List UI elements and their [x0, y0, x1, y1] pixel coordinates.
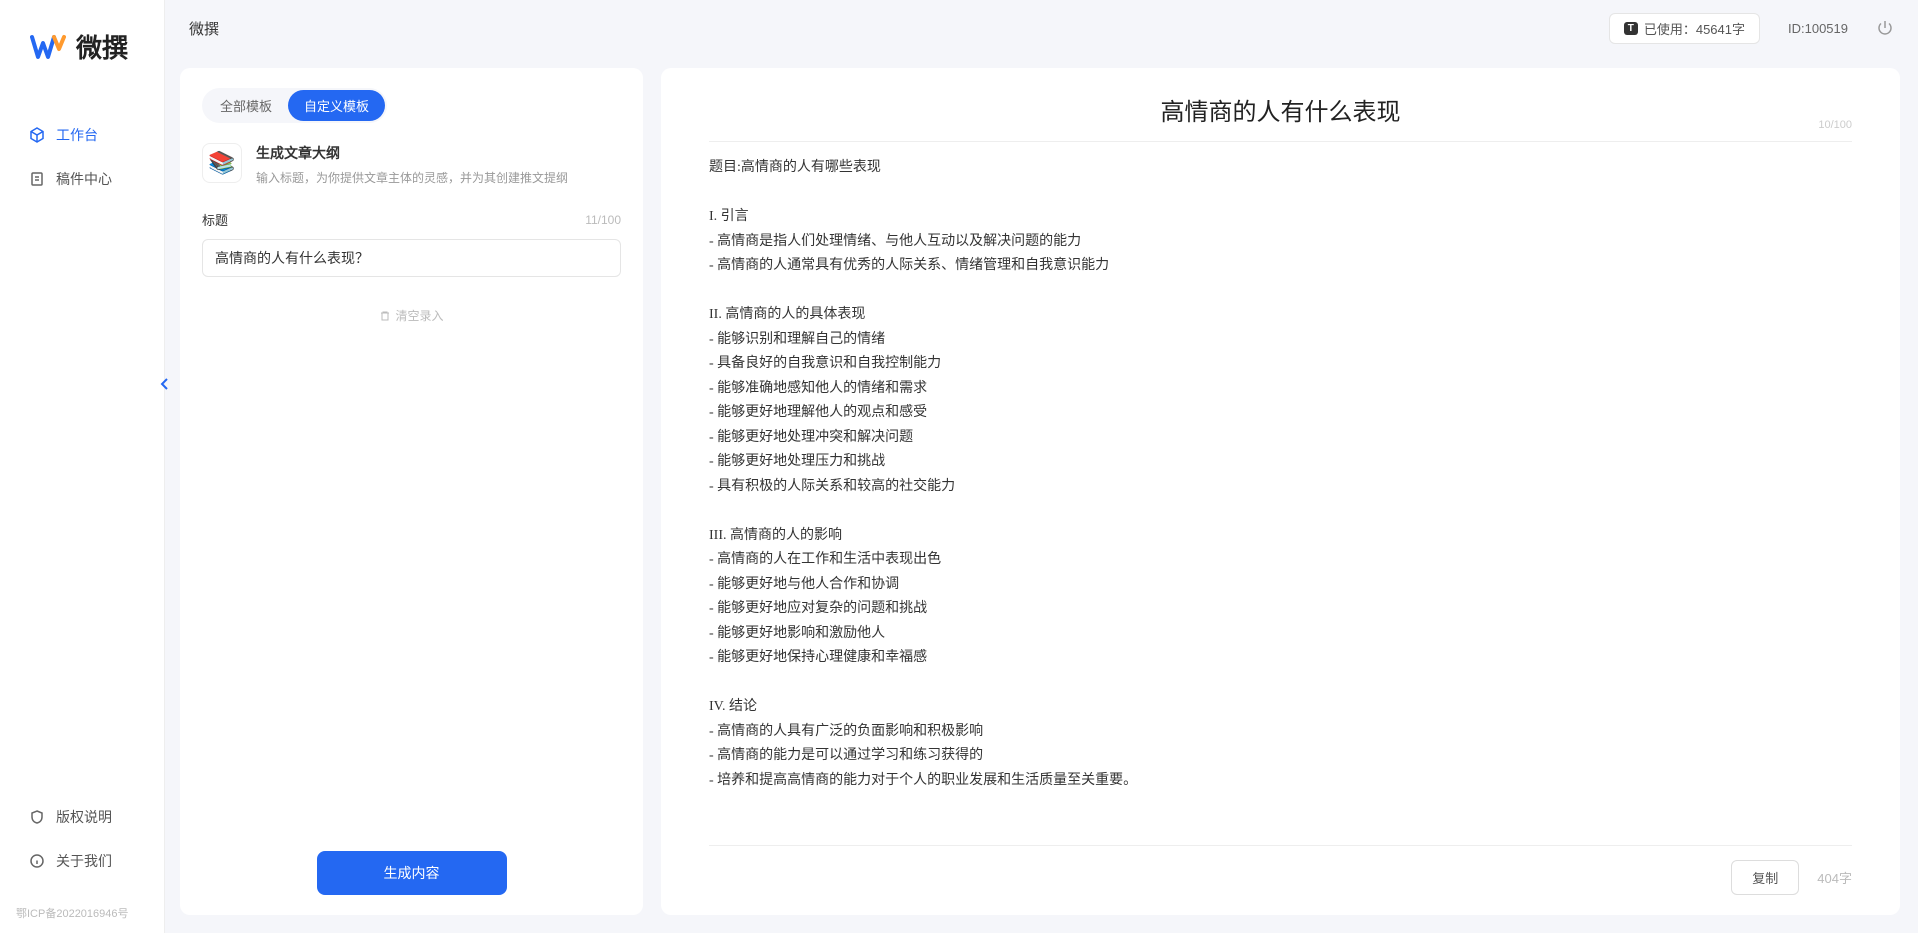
doc-title[interactable]: 高情商的人有什么表现 — [1161, 92, 1401, 127]
clear-label: 清空录入 — [395, 307, 443, 324]
template-name: 生成文章大纲 — [256, 143, 621, 163]
header-title: 微撰 — [189, 18, 219, 39]
doc-icon — [28, 170, 46, 188]
doc-title-count: 10/100 — [1818, 119, 1852, 131]
left-panel: 全部模板 自定义模板 📚 生成文章大纲 输入标题，为你提供文章主体的灵感，并为其… — [180, 68, 643, 915]
collapse-handle[interactable] — [158, 375, 172, 393]
header: 微撰 T 已使用：45641字 ID:100519 — [165, 0, 1918, 56]
shield-icon — [28, 808, 46, 826]
power-icon[interactable] — [1876, 19, 1894, 37]
trash-icon — [379, 310, 391, 322]
clear-button[interactable]: 清空录入 — [379, 307, 443, 324]
generate-button[interactable]: 生成内容 — [317, 851, 507, 895]
usage-text: 已使用：45641字 — [1644, 19, 1745, 38]
tab-all-templates[interactable]: 全部模板 — [204, 90, 288, 121]
nav-label: 版权说明 — [56, 807, 112, 827]
info-icon — [28, 852, 46, 870]
logo-text: 微撰 — [76, 28, 128, 65]
nav-item-copyright[interactable]: 版权说明 — [16, 797, 148, 837]
cube-icon — [28, 126, 46, 144]
doc-body[interactable]: 题目:高情商的人有哪些表现 I. 引言 - 高情商是指人们处理情绪、与他人互动以… — [709, 156, 1852, 845]
field-label-row: 标题 11/100 — [202, 210, 621, 229]
right-footer: 复制 404字 — [709, 845, 1852, 895]
header-right: T 已使用：45641字 ID:100519 — [1609, 13, 1894, 44]
title-char-count: 11/100 — [585, 213, 621, 227]
icp-text: 鄂ICP备2022016946号 — [0, 901, 164, 933]
nav-item-drafts[interactable]: 稿件中心 — [16, 159, 148, 199]
logo-icon — [30, 29, 66, 65]
template-tabs: 全部模板 自定义模板 — [202, 88, 387, 123]
title-input[interactable] — [202, 239, 621, 277]
clear-row: 清空录入 — [202, 293, 621, 341]
nav-label: 稿件中心 — [56, 169, 112, 189]
sidebar-bottom: 版权说明 关于我们 — [0, 785, 164, 901]
user-id: ID:100519 — [1788, 21, 1848, 36]
template-info: 生成文章大纲 输入标题，为你提供文章主体的灵感，并为其创建推文提纲 — [256, 143, 621, 186]
title-field-group: 标题 11/100 — [202, 210, 621, 277]
left-spacer — [202, 341, 621, 852]
template-desc: 输入标题，为你提供文章主体的灵感，并为其创建推文提纲 — [256, 169, 621, 186]
title-field-label: 标题 — [202, 210, 228, 229]
logo[interactable]: 微撰 — [0, 0, 164, 85]
right-panel: 高情商的人有什么表现 10/100 题目:高情商的人有哪些表现 I. 引言 - … — [661, 68, 1900, 915]
main: 全部模板 自定义模板 📚 生成文章大纲 输入标题，为你提供文章主体的灵感，并为其… — [180, 68, 1900, 915]
tab-custom-templates[interactable]: 自定义模板 — [288, 90, 385, 121]
nav-item-about[interactable]: 关于我们 — [16, 841, 148, 881]
sidebar: 微撰 工作台 稿件中心 — [0, 0, 165, 933]
doc-title-row: 高情商的人有什么表现 10/100 — [709, 92, 1852, 142]
nav-label: 工作台 — [56, 125, 98, 145]
nav-menu: 工作台 稿件中心 — [0, 85, 164, 785]
books-icon: 📚 — [202, 143, 242, 183]
nav-label: 关于我们 — [56, 851, 112, 871]
copy-button[interactable]: 复制 — [1731, 860, 1799, 895]
usage-box[interactable]: T 已使用：45641字 — [1609, 13, 1760, 44]
nav-item-workbench[interactable]: 工作台 — [16, 115, 148, 155]
usage-badge-icon: T — [1624, 22, 1638, 35]
template-card: 📚 生成文章大纲 输入标题，为你提供文章主体的灵感，并为其创建推文提纲 — [202, 143, 621, 186]
word-count: 404字 — [1817, 868, 1852, 887]
